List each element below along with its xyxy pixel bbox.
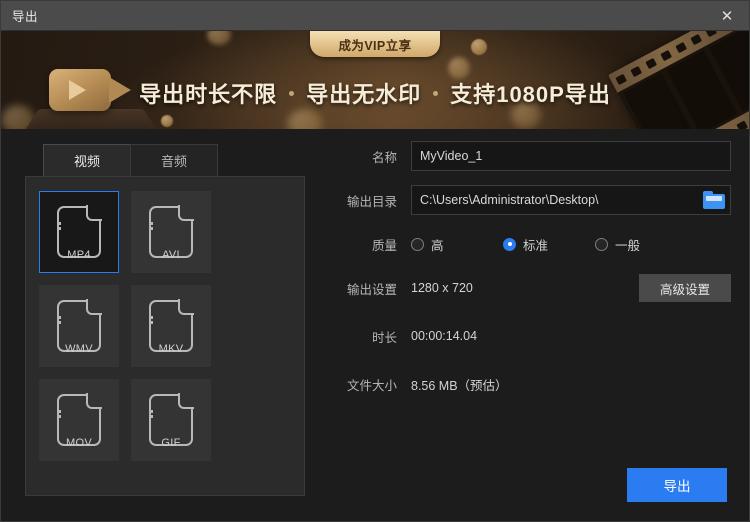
quality-option-label: 高: [431, 238, 444, 253]
format-grid: MP4 AVI WMV MKV MOV GIF: [25, 176, 305, 496]
quality-option-standard[interactable]: 标准: [503, 235, 595, 254]
output-settings-label: 输出设置: [346, 282, 397, 297]
format-tabs: 视频 音频: [43, 144, 305, 176]
coin-decor: [207, 31, 231, 45]
coin-decor: [287, 109, 323, 129]
vip-badge[interactable]: 成为VIP立享: [310, 31, 440, 57]
duration-row: 时长 00:00:14.04: [331, 321, 731, 351]
coin-decor: [448, 57, 470, 79]
radio-icon: [411, 237, 424, 251]
settings-panel: 名称 输出目录 质量 高: [331, 141, 731, 417]
quality-option-label: 一般: [615, 238, 641, 253]
format-panel: 视频 音频 MP4 AVI WMV MKV MOV GIF: [25, 144, 305, 496]
format-label: MKV: [158, 343, 184, 355]
banner-feature-list: 导出时长不限 导出无水印 支持1080P导出: [1, 77, 749, 109]
tab-video[interactable]: 视频: [43, 144, 131, 176]
coin-decor: [471, 39, 487, 55]
format-card-gif[interactable]: GIF: [131, 379, 211, 461]
output-settings-value: 1280 x 720: [411, 281, 473, 295]
format-label: AVI: [162, 249, 180, 261]
vip-promo-banner[interactable]: 成为VIP立享 导出时长不限 导出无水印 支持1080P导出: [1, 31, 749, 129]
tab-audio[interactable]: 音频: [130, 144, 218, 176]
quality-option-high[interactable]: 高: [411, 235, 503, 254]
banner-feature-2: 导出无水印: [306, 82, 422, 107]
radio-icon: [595, 237, 608, 251]
format-card-avi[interactable]: AVI: [131, 191, 211, 273]
format-label: GIF: [161, 437, 181, 449]
window-title: 导出: [12, 10, 39, 24]
quality-radio-group: 高 标准 一般: [411, 235, 731, 254]
quality-label: 质量: [371, 238, 397, 253]
separator-dot-icon: [289, 90, 295, 96]
separator-dot-icon: [433, 90, 439, 96]
format-label: WMV: [65, 343, 93, 355]
name-input[interactable]: [420, 149, 722, 163]
quality-option-label: 标准: [523, 238, 549, 253]
format-label: MP4: [67, 249, 91, 261]
output-dir-row: 输出目录: [331, 185, 731, 215]
format-card-mov[interactable]: MOV: [39, 379, 119, 461]
export-button[interactable]: 导出: [627, 468, 727, 502]
format-card-mp4[interactable]: MP4: [39, 191, 119, 273]
duration-label: 时长: [371, 330, 397, 345]
output-settings-row: 输出设置 1280 x 720 高级设置: [331, 273, 731, 303]
format-card-mkv[interactable]: MKV: [131, 285, 211, 367]
quality-row: 质量 高 标准 一般: [331, 229, 731, 259]
banner-feature-3: 支持1080P导出: [450, 82, 611, 107]
file-size-row: 文件大小 8.56 MB（预估）: [331, 369, 731, 399]
name-field-wrap[interactable]: [411, 141, 731, 171]
advanced-settings-button[interactable]: 高级设置: [639, 274, 731, 302]
vip-badge-label: 成为VIP立享: [338, 38, 412, 53]
format-label: MOV: [66, 437, 92, 449]
file-size-label: 文件大小: [346, 378, 397, 393]
format-card-wmv[interactable]: WMV: [39, 285, 119, 367]
output-dir-input[interactable]: [420, 193, 722, 207]
close-icon[interactable]: ✕: [705, 1, 749, 31]
output-dir-label: 输出目录: [346, 194, 397, 209]
title-bar: 导出 ✕: [1, 1, 749, 31]
duration-value: 00:00:14.04: [411, 329, 478, 343]
name-label: 名称: [371, 150, 397, 165]
file-size-value: 8.56 MB（预估）: [411, 378, 508, 393]
export-dialog: 导出 ✕ 成为VIP立享 导出时长不限 导出无水印 支持1080P导出 视频 音…: [0, 0, 750, 522]
radio-icon: [503, 237, 516, 251]
name-row: 名称: [331, 141, 731, 171]
output-dir-field-wrap[interactable]: [411, 185, 731, 215]
folder-icon[interactable]: [703, 191, 725, 209]
quality-option-normal[interactable]: 一般: [595, 235, 687, 254]
dialog-body: 视频 音频 MP4 AVI WMV MKV MOV GIF 名称 MyVideo…: [1, 129, 749, 521]
banner-feature-1: 导出时长不限: [139, 82, 278, 107]
